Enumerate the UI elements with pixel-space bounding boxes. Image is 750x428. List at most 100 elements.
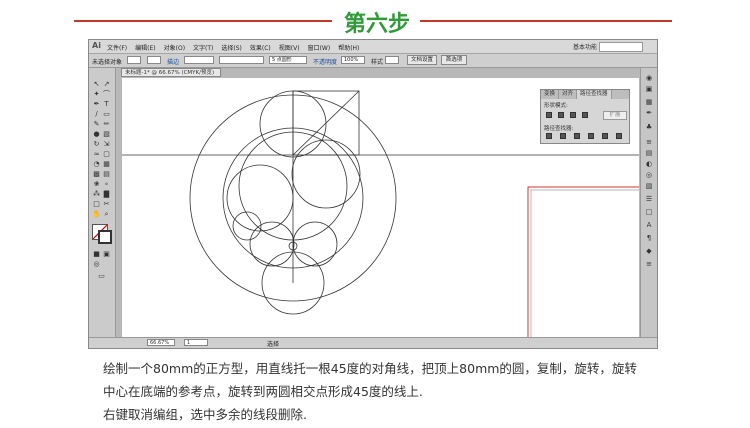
tab-align[interactable]: 对齐 — [559, 90, 578, 99]
swatches-panel-icon[interactable]: ▦ — [644, 98, 654, 106]
page-boundary — [527, 186, 639, 339]
app-logo: Ai — [92, 41, 101, 50]
pencil-tool-icon[interactable]: ✏ — [102, 120, 111, 128]
shape-builder-tool-icon[interactable]: ◔ — [92, 160, 101, 168]
layers-panel-icon[interactable]: ☰ — [644, 195, 654, 203]
eyedropper-tool-icon[interactable]: ❀ — [92, 180, 101, 188]
color-guide-icon[interactable]: ▣ — [644, 85, 654, 93]
eraser-tool-icon[interactable]: ▧ — [102, 130, 111, 138]
type-tool-icon[interactable]: T — [102, 100, 111, 108]
slice-tool-icon[interactable]: ✂ — [102, 200, 111, 208]
rotate-tool-icon[interactable]: ↻ — [92, 140, 101, 148]
draw-normal-icon[interactable]: ◎ — [92, 260, 101, 268]
screen-mode-icon[interactable]: ▭ — [97, 272, 106, 280]
perspective-grid-tool-icon[interactable]: ▦ — [102, 160, 111, 168]
trim-icon[interactable] — [560, 133, 566, 139]
preferences-button[interactable]: 首选项 — [441, 55, 467, 65]
color-mode-icon[interactable]: ■ — [92, 250, 101, 258]
crop-icon[interactable] — [588, 133, 594, 139]
selection-tool-icon[interactable]: ↖ — [92, 80, 101, 88]
minus-back-icon[interactable] — [616, 133, 622, 139]
zoom-tool-icon[interactable]: ⌕ — [102, 210, 111, 218]
line-tool-icon[interactable]: ∕ — [92, 110, 101, 118]
menu-window[interactable]: 窗口(W) — [308, 43, 331, 52]
search-input[interactable] — [599, 42, 643, 52]
menu-type[interactable]: 文字(T) — [193, 43, 213, 52]
rectangle-tool-icon[interactable]: ▭ — [102, 110, 111, 118]
caption-line-1: 绘制一个80mm的正方型，用直线托一根45度的对角线，把顶上80mm的圆，复制，… — [103, 361, 637, 376]
lasso-tool-icon[interactable]: ⌒ — [102, 90, 111, 98]
stroke-panel-icon[interactable]: ≡ — [644, 138, 654, 146]
mesh-tool-icon[interactable]: ▩ — [92, 170, 101, 178]
color-panel-icon[interactable]: ◉ — [644, 74, 654, 82]
tab-transform[interactable]: 变换 — [541, 90, 560, 99]
menu-view[interactable]: 视图(V) — [279, 43, 300, 52]
instruction-caption: 绘制一个80mm的正方型，用直线托一根45度的对角线，把顶上80mm的圆，复制，… — [103, 357, 673, 426]
intersect-icon[interactable] — [570, 112, 576, 118]
caption-line-3: 右键取消编组，选中多余的线段删除. — [103, 407, 307, 422]
document-tab[interactable]: 未标题-1* @ 66.67% (CMYK/预览) — [121, 68, 221, 77]
menu-effect[interactable]: 效果(C) — [250, 43, 271, 52]
brush-definition[interactable]: 5 点圆形 — [269, 56, 307, 64]
doc-setup-button[interactable]: 文档设置 — [407, 55, 437, 65]
pathfinders-label: 路径查找器: — [544, 126, 574, 132]
header-divider-left — [74, 20, 332, 22]
graphic-styles-icon[interactable]: ▧ — [644, 182, 654, 190]
scale-tool-icon[interactable]: ⇲ — [102, 140, 111, 148]
selection-state-label: 未选择对象 — [92, 59, 123, 66]
current-tool-status: 选择 — [267, 341, 280, 348]
stroke-label[interactable]: 描边 — [167, 57, 179, 66]
status-bar: 66.67% 1 选择 — [89, 337, 657, 348]
width-tool-icon[interactable]: ≈ — [92, 150, 101, 158]
links-panel-icon[interactable]: ≡ — [644, 260, 654, 268]
menu-select[interactable]: 选择(S) — [221, 43, 242, 52]
artboard-tool-icon[interactable]: □ — [92, 200, 101, 208]
divide-icon[interactable] — [546, 133, 552, 139]
gradient-mode-icon[interactable]: ▣ — [102, 250, 111, 258]
menu-file[interactable]: 文件(F) — [107, 43, 127, 52]
expand-button[interactable]: 扩展 — [603, 111, 627, 120]
workspace-switcher[interactable]: 基本功能 — [573, 42, 597, 51]
stroke-weight-field[interactable] — [184, 56, 214, 64]
paragraph-panel-icon[interactable]: ¶ — [644, 234, 654, 242]
direct-selection-tool-icon[interactable]: ↗ — [102, 80, 111, 88]
symbol-sprayer-tool-icon[interactable]: ⁂ — [92, 190, 101, 198]
tab-pathfinder[interactable]: 路径查找器 — [577, 90, 612, 99]
blend-tool-icon[interactable]: ∘ — [102, 180, 111, 188]
style-picker[interactable] — [385, 56, 399, 64]
menu-edit[interactable]: 编辑(E) — [135, 43, 155, 52]
brushes-panel-icon[interactable]: ✒ — [644, 109, 654, 117]
menu-help[interactable]: 帮助(H) — [338, 43, 359, 52]
exclude-icon[interactable] — [582, 112, 588, 118]
gradient-panel-icon[interactable]: ▤ — [644, 149, 654, 157]
graph-tool-icon[interactable]: ▇ — [102, 190, 111, 198]
opacity-field[interactable]: 100% — [341, 56, 365, 64]
gradient-tool-icon[interactable]: ▤ — [102, 170, 111, 178]
panel-tabs: 变换 对齐 路径查找器 — [541, 90, 629, 99]
appearance-panel-icon[interactable]: ◎ — [644, 171, 654, 179]
pen-tool-icon[interactable]: ✒ — [92, 100, 101, 108]
artboards-panel-icon[interactable]: □ — [644, 208, 654, 216]
unite-icon[interactable] — [546, 112, 552, 118]
opacity-label[interactable]: 不透明度 — [313, 57, 337, 66]
outline-icon[interactable] — [602, 133, 608, 139]
blob-brush-tool-icon[interactable]: ● — [92, 130, 101, 138]
variable-width-profile[interactable] — [219, 56, 264, 64]
stroke-color-swatch[interactable] — [98, 230, 112, 244]
artboard-nav-field[interactable]: 1 — [184, 339, 208, 346]
pathfinder-panel: 变换 对齐 路径查找器 形状模式: 扩展 路径查找器: — [540, 89, 630, 144]
minus-front-icon[interactable] — [558, 112, 564, 118]
fill-swatch[interactable] — [127, 56, 141, 64]
symbols-panel-icon[interactable]: ♣ — [644, 123, 654, 131]
character-panel-icon[interactable]: A — [644, 221, 654, 229]
merge-icon[interactable] — [574, 133, 580, 139]
menu-object[interactable]: 对象(O) — [164, 43, 185, 52]
transparency-panel-icon[interactable]: ◐ — [644, 160, 654, 168]
paintbrush-tool-icon[interactable]: ✎ — [92, 120, 101, 128]
stack-panel-icon[interactable]: ◆ — [644, 247, 654, 255]
magic-wand-tool-icon[interactable]: ✦ — [92, 90, 101, 98]
hand-tool-icon[interactable]: ✋ — [92, 210, 101, 218]
stroke-swatch[interactable] — [147, 56, 161, 64]
zoom-field[interactable]: 66.67% — [147, 339, 175, 346]
free-transform-tool-icon[interactable]: ▢ — [102, 150, 111, 158]
